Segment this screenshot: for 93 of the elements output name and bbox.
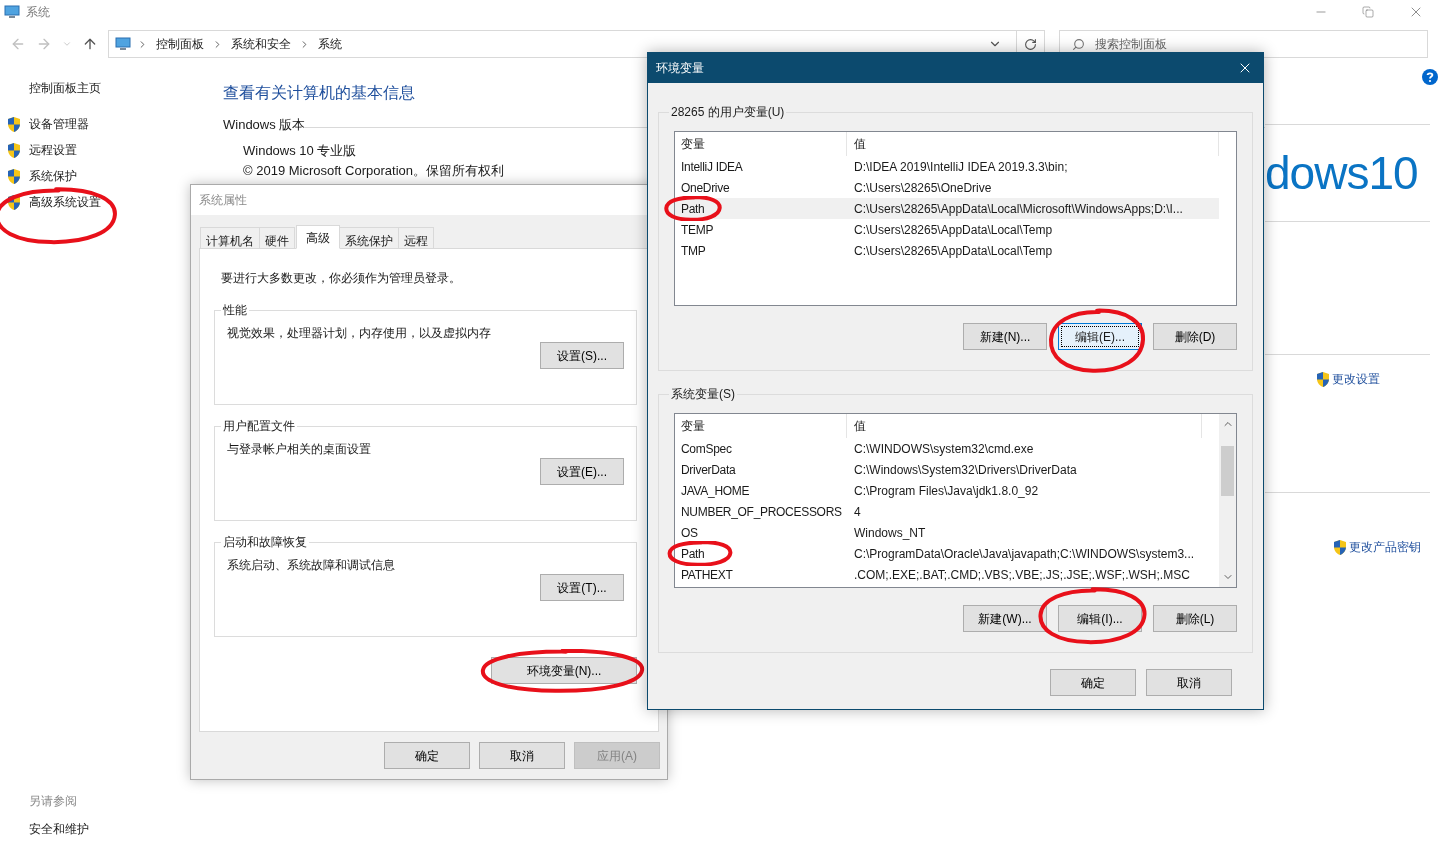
settings-button[interactable]: 设置(T)... (540, 574, 624, 601)
search-input[interactable]: 搜索控制面板 (1095, 35, 1427, 53)
group-description: 视觉效果，处理器计划，内存使用，以及虚拟内存 (227, 325, 491, 342)
table-cell-text: C:\WINDOWS\system32\cmd.exe (853, 440, 1034, 458)
refresh-icon (1024, 37, 1037, 51)
tab[interactable]: 系统保护 (339, 227, 399, 249)
tab[interactable]: 高级 (296, 225, 340, 249)
shield-icon (6, 115, 22, 133)
shield-icon (1315, 370, 1331, 388)
table-cell-text: .COM;.EXE;.BAT;.CMD;.VBS;.VBE;.JS;.JSE;.WSF;.WSH;.MSC (853, 566, 1190, 584)
table-cell-text: 4 (853, 503, 861, 521)
group-title: 28265 的用户变量(U) (670, 104, 786, 121)
group-title: 启动和故障恢复 (222, 534, 308, 551)
table-cell-text: TMP (680, 242, 707, 260)
breadcrumb[interactable]: 系统 (316, 35, 344, 53)
table-cell-text: C:\Users\28265\AppData\Local\Temp (853, 242, 1053, 260)
table-cell-text: D:\IDEA 2019\IntelliJ IDEA 2019.3.3\bin; (853, 158, 1068, 176)
sidebar-link[interactable]: 远程设置 (29, 141, 77, 159)
shield-icon (6, 141, 22, 159)
table-cell-text: IntelliJ IDEA (680, 158, 744, 176)
recent-dropdown-icon[interactable] (62, 39, 72, 49)
dialog-button[interactable]: 编辑(E)... (1058, 323, 1142, 350)
help-icon[interactable] (1422, 69, 1438, 85)
sidebar-link[interactable]: 系统保护 (29, 167, 77, 185)
copyright-text: © 2019 Microsoft Corporation。保留所有权利 (243, 163, 504, 178)
dialog-button[interactable]: 新建(N)... (963, 323, 1047, 350)
forward-icon[interactable] (36, 36, 52, 52)
table-cell-text: TEMP (680, 221, 715, 239)
tab[interactable]: 远程 (398, 227, 434, 249)
scrollbar[interactable] (1219, 414, 1236, 587)
tab[interactable]: 计算机名 (200, 227, 260, 249)
shield-icon (6, 193, 22, 211)
back-icon[interactable] (10, 36, 26, 52)
scrollbar-thumb[interactable] (1221, 446, 1234, 496)
windows-logo-text: dows10 (1265, 150, 1418, 196)
table-cell-text: NUMBER_OF_PROCESSORS (680, 503, 843, 521)
table-cell-text: C:\ProgramData\Oracle\Java\javapath;C:\WINDOWS\system3... (853, 545, 1195, 563)
sidebar-home-link[interactable]: 控制面板主页 (0, 79, 101, 97)
shield-icon (6, 167, 22, 185)
section-title: Windows 版本 (223, 116, 306, 134)
table-cell-text: Path (680, 200, 706, 218)
shield-icon (1332, 538, 1348, 556)
change-product-key-link[interactable]: 更改产品密钥 (1349, 538, 1421, 556)
dialog-button[interactable]: 编辑(I)... (1058, 605, 1142, 632)
see-also-link[interactable]: 安全和维护 (29, 820, 89, 838)
computer-icon (115, 37, 131, 51)
dialog-title: 环境变量 (656, 60, 704, 77)
dialog-button[interactable]: 确定 (384, 742, 470, 769)
sidebar-link[interactable]: 设备管理器 (29, 115, 89, 133)
settings-button[interactable]: 设置(S)... (540, 342, 624, 369)
restore-icon[interactable] (1362, 6, 1374, 18)
page-heading: 查看有关计算机的基本信息 (223, 83, 415, 103)
dialog-button[interactable]: 确定 (1050, 669, 1136, 696)
window-title: 系统 (26, 4, 50, 21)
table-cell-text: ComSpec (680, 440, 733, 458)
table-cell-text: PATHEXT (680, 566, 734, 584)
admin-notice: 要进行大多数更改，你必须作为管理员登录。 (221, 270, 461, 287)
up-icon[interactable] (82, 36, 98, 52)
table-cell-text: Windows_NT (853, 524, 926, 542)
breadcrumb[interactable]: 控制面板 (154, 35, 206, 53)
edition-text: Windows 10 专业版 (243, 141, 357, 160)
search-field[interactable]: 搜索控制面板 (1059, 30, 1428, 58)
group-title: 性能 (222, 302, 248, 319)
table-cell-text: Path (680, 545, 706, 563)
group-description: 与登录帐户相关的桌面设置 (227, 441, 371, 458)
dialog-button[interactable]: 取消 (479, 742, 565, 769)
table-cell-text: C:\Windows\System32\Drivers\DriverData (853, 461, 1077, 479)
sidebar-link[interactable]: 高级系统设置 (29, 193, 101, 211)
table-cell-text: C:\Users\28265\AppData\Local\Temp (853, 221, 1053, 239)
variable-row[interactable]: Path C:\Users\28265\AppData\Local\Microsoft\WindowsApps;D:\I... (675, 198, 1219, 219)
dialog-button[interactable]: 删除(L) (1153, 605, 1237, 632)
environment-variables-button[interactable]: 环境变量(N)... (491, 657, 637, 684)
dialog-button[interactable]: 取消 (1146, 669, 1232, 696)
table-cell-text: OneDrive (680, 179, 731, 197)
change-settings-link[interactable]: 更改设置 (1332, 370, 1380, 388)
breadcrumb[interactable]: 系统和安全 (229, 35, 293, 53)
group-title: 系统变量(S) (670, 386, 736, 403)
table-cell-text: C:\Program Files\Java\jdk1.8.0_92 (853, 482, 1039, 500)
table-cell-text: JAVA_HOME (680, 482, 751, 500)
table-cell-text: DriverData (680, 461, 737, 479)
computer-icon (4, 5, 20, 19)
see-also-heading: 另请参阅 (29, 793, 77, 810)
search-icon (1072, 37, 1085, 51)
dialog-title: 系统属性 (199, 192, 247, 209)
settings-button[interactable]: 设置(E)... (540, 458, 624, 485)
tab[interactable]: 硬件 (259, 227, 295, 249)
table-cell-text: C:\Users\28265\OneDrive (853, 179, 992, 197)
group-description: 系统启动、系统故障和调试信息 (227, 557, 395, 574)
dialog-button[interactable]: 新建(W)... (963, 605, 1047, 632)
table-cell-text: C:\Users\28265\AppData\Local\Microsoft\WindowsApps;D:\I... (853, 200, 1183, 218)
dialog-button[interactable]: 删除(D) (1153, 323, 1237, 350)
group-title: 用户配置文件 (222, 418, 296, 435)
table-cell-text: OS (680, 524, 699, 542)
